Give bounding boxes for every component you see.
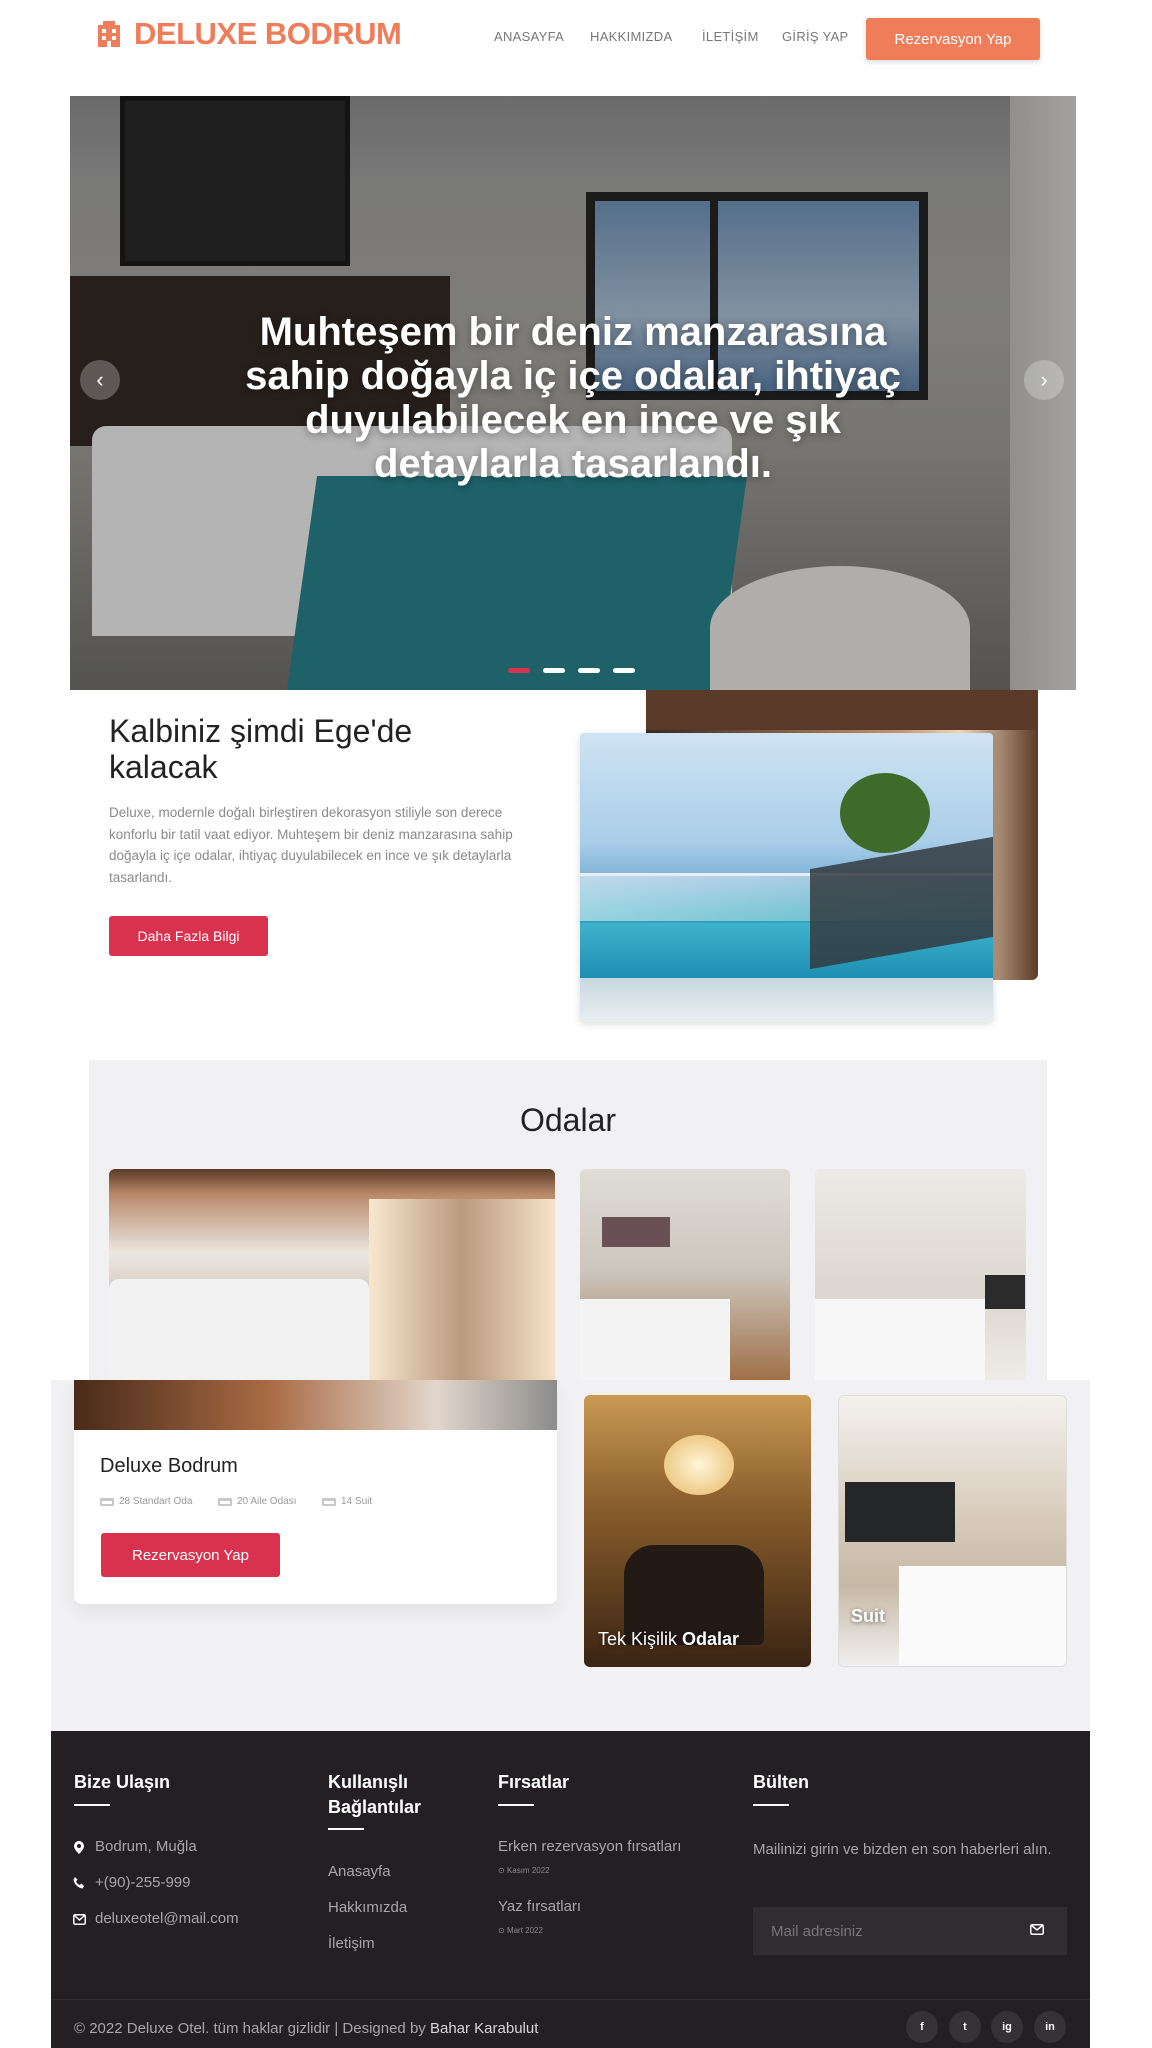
footer-link-contact[interactable]: İletişim — [328, 1935, 375, 1952]
about-title: Kalbiniz şimdi Ege'de kalacak — [109, 713, 413, 785]
chevron-left-icon: ‹ — [96, 367, 104, 392]
room-photo-3[interactable] — [815, 1169, 1026, 1380]
suite-tile[interactable]: Suit — [838, 1395, 1067, 1667]
brand-logo[interactable]: DELUXE BODRUM — [94, 16, 402, 52]
newsletter-email-input[interactable] — [753, 1907, 1067, 1955]
nav-link-home[interactable]: ANASAYFA — [494, 29, 564, 44]
deal-date: ⊙ Kasım 2022 — [498, 1866, 550, 1875]
footer-email[interactable]: deluxeotel@mail.com — [95, 1910, 239, 1927]
room-feature-suite: 14 Suit — [322, 1496, 372, 1507]
footer-divider-line — [51, 1999, 1090, 2000]
hero-title: Muhteşem bir deniz manzarasına sahip doğ… — [245, 310, 901, 486]
deal-summer[interactable]: Yaz fırsatları — [498, 1898, 581, 1915]
designer-name[interactable]: Bahar Karabulut — [430, 2020, 538, 2037]
hero-slider: Muhteşem bir deniz manzarasına sahip doğ… — [70, 96, 1076, 690]
footer-link-home[interactable]: Anasayfa — [328, 1863, 391, 1880]
bed-icon — [218, 1497, 232, 1506]
slide-dot[interactable] — [508, 668, 530, 673]
featured-room-photo[interactable] — [109, 1169, 555, 1380]
footer-address: Bodrum, Muğla — [95, 1838, 197, 1855]
twitter-icon[interactable]: t — [949, 2011, 981, 2043]
footer — [51, 1731, 1090, 2048]
map-pin-icon — [72, 1840, 86, 1854]
footer-divider — [74, 1804, 110, 1806]
deal-early-booking[interactable]: Erken rezervasyon fırsatları — [498, 1838, 681, 1855]
envelope-icon — [72, 1912, 86, 1926]
hero-next-button[interactable]: › — [1024, 360, 1064, 400]
more-info-button[interactable]: Daha Fazla Bilgi — [109, 916, 268, 956]
deal-date: ⊙ Mart 2022 — [498, 1926, 543, 1935]
slide-dot[interactable] — [578, 668, 600, 673]
footer-link-about[interactable]: Hakkımızda — [328, 1899, 407, 1916]
nav-link-contact[interactable]: İLETİŞİM — [702, 29, 759, 44]
tile-label-regular: Tek Kişilik — [598, 1629, 678, 1649]
hero-prev-button[interactable]: ‹ — [80, 360, 120, 400]
tile-label-bold: Suit — [851, 1606, 885, 1626]
footer-newsletter-title: Bülten — [753, 1772, 809, 1792]
bed-icon — [322, 1497, 336, 1506]
chevron-right-icon: › — [1040, 367, 1048, 392]
brand-name: DELUXE BODRUM — [134, 16, 402, 51]
footer-divider — [328, 1828, 364, 1830]
footer-contact-title: Bize Ulaşın — [74, 1772, 171, 1792]
hotel-icon — [98, 21, 120, 47]
room-photo-2[interactable] — [580, 1169, 790, 1380]
linkedin-icon[interactable]: in — [1034, 2011, 1066, 2043]
footer-divider — [753, 1804, 789, 1806]
copyright-text: © 2022 Deluxe Otel. tüm haklar gizlidir … — [74, 2020, 539, 2037]
single-room-tile[interactable]: Tek Kişilik Odalar — [584, 1395, 811, 1667]
nav-link-about[interactable]: HAKKIMIZDA — [590, 29, 672, 44]
footer-deals-title: Fırsatlar — [498, 1772, 570, 1792]
rooms-title: Odalar — [519, 1102, 617, 1138]
pool-photo — [580, 733, 993, 1022]
newsletter-text: Mailinizi girin ve bizden en son haberle… — [753, 1841, 1052, 1858]
bed-icon — [100, 1497, 114, 1506]
footer-divider — [498, 1804, 534, 1806]
reservation-button[interactable]: Rezervasyon Yap — [866, 18, 1040, 60]
phone-icon — [72, 1876, 86, 1890]
slide-dot[interactable] — [613, 668, 635, 673]
newsletter-send-button[interactable] — [1030, 1922, 1044, 1936]
envelope-icon — [1030, 1923, 1044, 1935]
room-feature-family: 20 Aile Odası — [218, 1496, 296, 1507]
about-text: Deluxe, modernle doğalı birleştiren deko… — [109, 805, 513, 885]
tile-label-bold: Odalar — [682, 1629, 740, 1649]
facebook-icon[interactable]: f — [906, 2011, 938, 2043]
footer-phone[interactable]: +(90)-255-999 — [95, 1874, 190, 1891]
room-reservation-button[interactable]: Rezervasyon Yap — [101, 1533, 280, 1577]
instagram-icon[interactable]: ig — [991, 2011, 1023, 2043]
footer-links-title: Kullanışlı Bağlantılar — [328, 1772, 422, 1817]
room-card-name: Deluxe Bodrum — [100, 1455, 238, 1477]
slide-dot[interactable] — [543, 668, 565, 673]
nav-link-login[interactable]: GİRİŞ YAP — [782, 29, 849, 44]
room-feature-standard: 28 Standart Oda — [100, 1496, 192, 1507]
